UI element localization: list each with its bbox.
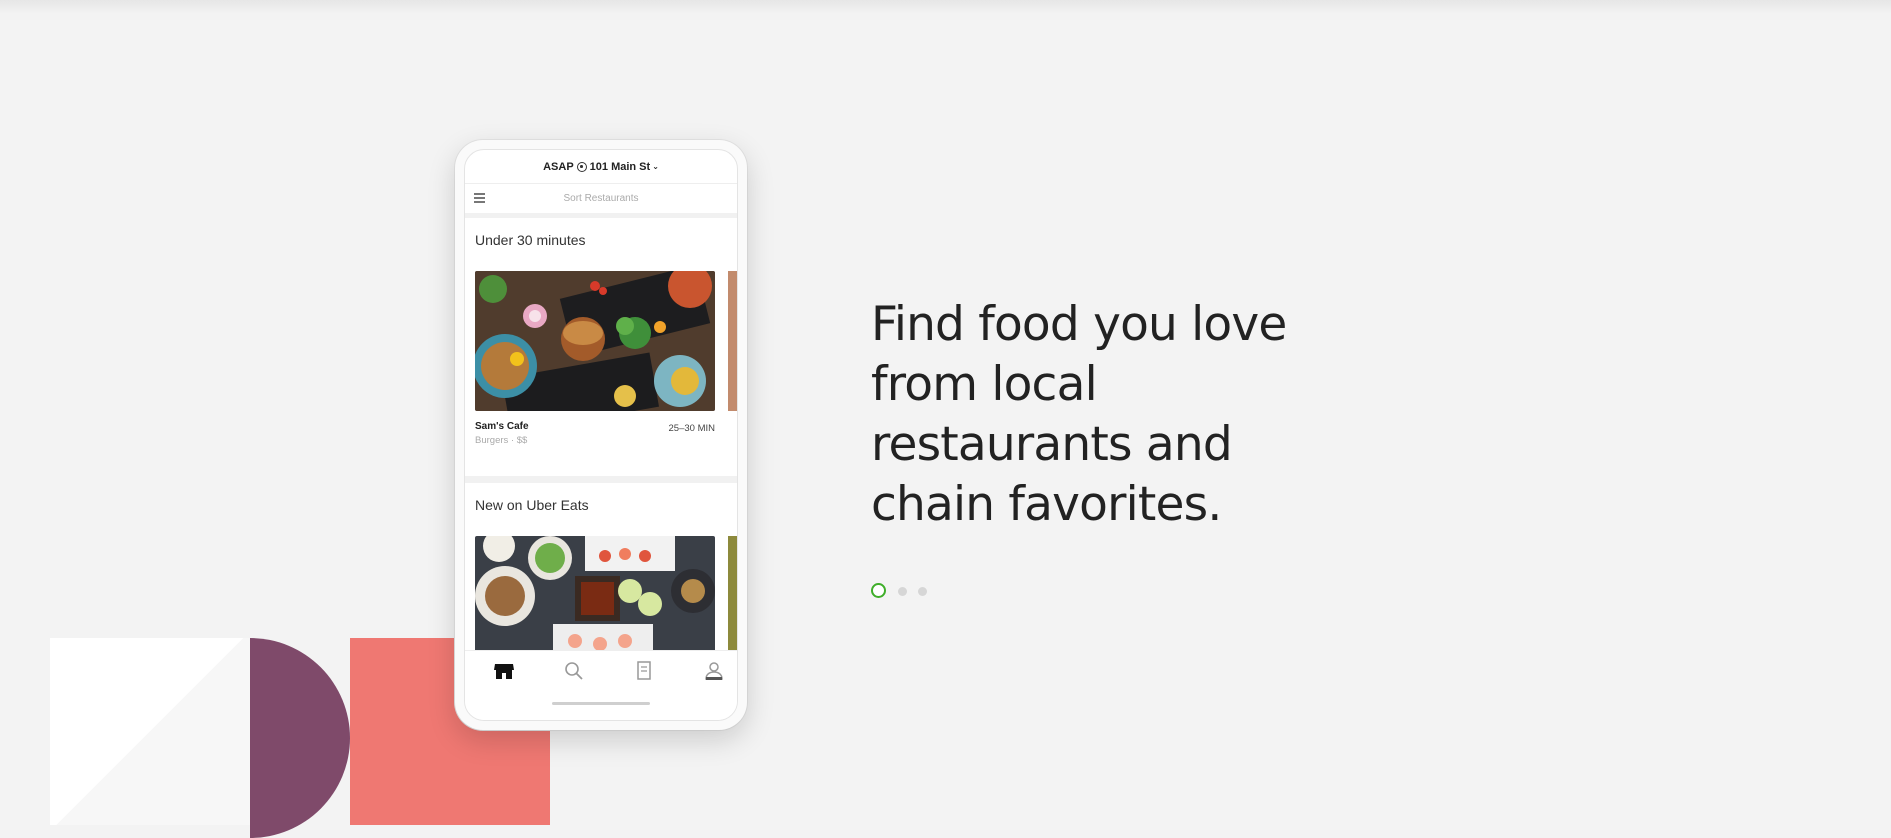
sort-bar[interactable]: Sort Restaurants xyxy=(465,184,737,218)
restaurant-card-image[interactable] xyxy=(475,536,715,656)
section-under-30: Under 30 minutes Sam's Cafe Burgers · $$… xyxy=(465,218,737,483)
chevron-down-icon: ⌄ xyxy=(652,162,659,171)
top-shadow xyxy=(0,0,1891,14)
next-card-peek-image[interactable] xyxy=(728,271,737,411)
asap-label: ASAP xyxy=(543,160,574,173)
orders-icon[interactable] xyxy=(632,659,656,683)
next-card-peek-image[interactable] xyxy=(728,536,737,656)
decorative-purple-half-circle xyxy=(250,638,350,838)
filter-icon[interactable] xyxy=(474,193,485,203)
restaurant-card-image[interactable] xyxy=(475,271,715,411)
hero-headline: Find food you love from local restaurant… xyxy=(871,297,1287,532)
restaurant-card-info[interactable]: Sam's Cafe Burgers · $$ xyxy=(475,421,529,446)
restaurant-category: Burgers · $$ xyxy=(475,435,528,446)
phone-mockup: ASAP 101 Main St ⌄ Sort Restaurants Unde… xyxy=(455,140,747,730)
app-header[interactable]: ASAP 101 Main St ⌄ xyxy=(465,150,737,184)
search-icon[interactable] xyxy=(562,659,586,683)
address-label: 101 Main St xyxy=(589,160,651,173)
restaurant-name: Sam's Cafe xyxy=(475,421,529,432)
section-title: Under 30 minutes xyxy=(475,232,586,248)
home-icon[interactable] xyxy=(492,659,516,683)
sort-restaurants-label: Sort Restaurants xyxy=(563,193,639,204)
account-icon[interactable] xyxy=(702,659,726,683)
home-indicator xyxy=(552,702,650,705)
decorative-white-triangle-shape xyxy=(50,638,250,825)
carousel-dot-2[interactable] xyxy=(898,587,907,596)
carousel-dot-1[interactable] xyxy=(871,583,886,598)
phone-screen: ASAP 101 Main St ⌄ Sort Restaurants Unde… xyxy=(464,149,738,721)
carousel-dot-3[interactable] xyxy=(918,587,927,596)
bottom-tab-bar xyxy=(465,650,737,720)
section-title: New on Uber Eats xyxy=(475,497,589,513)
location-pin-icon xyxy=(576,161,587,172)
delivery-time: 25–30 MIN xyxy=(668,423,715,434)
